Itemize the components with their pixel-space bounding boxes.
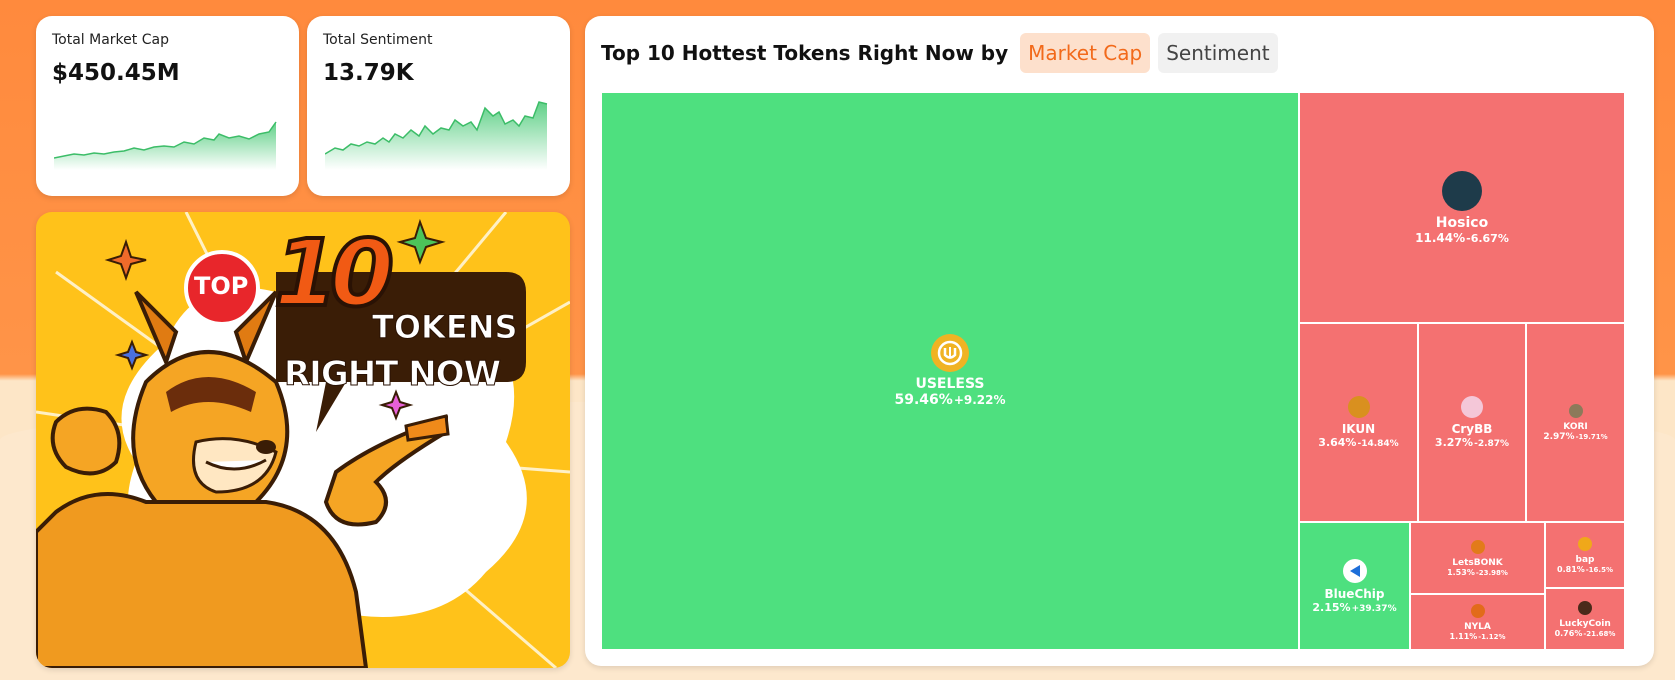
bluechip-logo-icon <box>1342 558 1367 583</box>
token-change: -19.71% <box>1575 432 1608 441</box>
promo-banner: TOP 10 TOKENS RIGHT NOW <box>36 212 570 668</box>
token-share: 1.53% <box>1447 567 1475 577</box>
market-cap-sparkline <box>54 121 277 170</box>
treemap-panel: Top 10 Hottest Tokens Right Now by Marke… <box>585 16 1654 666</box>
sentiment-sparkline <box>325 101 548 170</box>
token-share: 59.46% <box>894 392 953 408</box>
token-stats: 3.64% -14.84% <box>1318 436 1398 449</box>
token-stats: 1.11% -1.12% <box>1450 632 1506 641</box>
token-name: CryBB <box>1451 422 1493 436</box>
token-stats: 1.53% -23.98% <box>1447 568 1508 577</box>
token-change: -23.98% <box>1475 568 1508 577</box>
token-share: 3.27% <box>1434 436 1474 449</box>
treemap-cell-ikun[interactable]: IKUN 3.64% -14.84% <box>1299 323 1418 522</box>
nyla-avatar-icon <box>1470 603 1485 618</box>
treemap-title: Top 10 Hottest Tokens Right Now by <box>601 41 1009 65</box>
token-share: 2.15% <box>1312 600 1351 614</box>
token-name: LetsBONK <box>1452 557 1503 568</box>
treemap-cell-crybb[interactable]: CryBB 3.27% -2.87% <box>1418 323 1526 522</box>
tab-market-cap[interactable]: Market Cap <box>1020 33 1151 73</box>
market-cap-label: Total Market Cap <box>52 32 169 48</box>
banner-line2: RIGHT NOW <box>283 354 501 395</box>
token-share: 1.11% <box>1449 631 1478 641</box>
token-stats: 2.15% +39.37% <box>1312 601 1396 614</box>
treemap-cell-hosico[interactable]: Hosico 11.44% -6.67% <box>1299 92 1625 323</box>
token-stats: 11.44% -6.67% <box>1415 231 1509 245</box>
token-name: KORI <box>1563 421 1588 432</box>
tab-sentiment[interactable]: Sentiment <box>1158 33 1278 73</box>
treemap-cell-useless[interactable]: USELESS 59.46% +9.22% <box>601 92 1299 650</box>
treemap-cell-letsbonk[interactable]: LetsBONK 1.53% -23.98% <box>1410 522 1545 594</box>
token-name: Hosico <box>1435 214 1489 231</box>
banner-line1: TOKENS <box>372 308 519 347</box>
token-name: LuckyCoin <box>1559 618 1611 629</box>
treemap-cell-nyla[interactable]: NYLA 1.11% -1.12% <box>1410 594 1545 650</box>
market-cap-card: Total Market Cap $450.45M <box>36 16 299 196</box>
token-change: +9.22% <box>953 393 1006 407</box>
market-cap-value: $450.45M <box>52 60 180 86</box>
token-change: -2.87% <box>1474 439 1510 449</box>
token-name: IKUN <box>1341 422 1376 436</box>
treemap: USELESS 59.46% +9.22% Hosico 11.44% -6.67% IKU… <box>601 92 1625 650</box>
token-stats: 2.97% -19.71% <box>1543 432 1607 442</box>
token-share: 3.64% <box>1318 436 1357 449</box>
treemap-cell-luckycoin[interactable]: LuckyCoin 0.76% -21.68% <box>1545 588 1625 650</box>
token-share: 0.76% <box>1554 628 1583 638</box>
token-share: 11.44% <box>1415 230 1466 245</box>
token-name: BlueChip <box>1324 586 1385 601</box>
token-change: -21.68% <box>1583 629 1616 638</box>
token-share: 2.97% <box>1543 431 1575 442</box>
sentiment-value: 13.79K <box>323 60 414 86</box>
treemap-cell-bluechip[interactable]: BlueChip 2.15% +39.37% <box>1299 522 1410 650</box>
sentiment-label: Total Sentiment <box>323 32 433 48</box>
token-change: +39.37% <box>1351 603 1397 614</box>
cat-avatar-icon <box>1442 170 1482 211</box>
ikun-avatar-icon <box>1347 396 1370 418</box>
treemap-cell-bap[interactable]: bap 0.81% -16.5% <box>1545 522 1625 588</box>
token-name: NYLA <box>1464 621 1491 632</box>
luckycoin-avatar-icon <box>1578 600 1592 615</box>
sentiment-card: Total Sentiment 13.79K <box>307 16 570 196</box>
treemap-cell-kori[interactable]: KORI 2.97% -19.71% <box>1526 323 1625 522</box>
token-stats: 59.46% +9.22% <box>895 392 1006 408</box>
bap-avatar-icon <box>1578 536 1592 551</box>
token-stats: 0.81% -16.5% <box>1557 565 1613 574</box>
token-stats: 0.76% -21.68% <box>1555 629 1616 638</box>
token-name: bap <box>1575 554 1595 565</box>
crybb-avatar-icon <box>1461 396 1483 418</box>
token-change: -14.84% <box>1357 439 1399 449</box>
token-name: USELESS <box>915 376 985 392</box>
token-change: -6.67% <box>1466 231 1509 245</box>
kori-avatar-icon <box>1568 403 1583 418</box>
banner-number: 10 <box>272 218 396 329</box>
letsbonk-avatar-icon <box>1470 539 1485 554</box>
token-change: -16.5% <box>1585 565 1613 574</box>
treemap-header: Top 10 Hottest Tokens Right Now by Marke… <box>601 30 1286 76</box>
token-stats: 3.27% -2.87% <box>1435 436 1509 449</box>
token-change: -1.12% <box>1478 632 1506 641</box>
useless-logo-icon <box>931 334 969 372</box>
banner-top-badge: TOP <box>194 272 249 300</box>
token-share: 0.81% <box>1557 564 1585 574</box>
